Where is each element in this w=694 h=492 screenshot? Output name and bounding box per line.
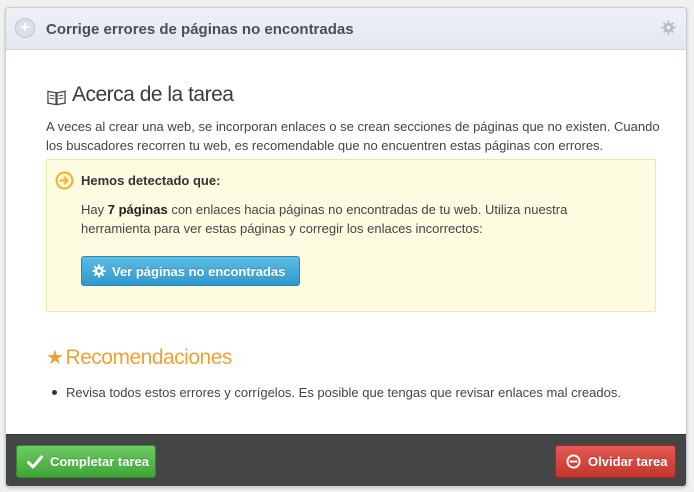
star-icon: ★ bbox=[46, 347, 64, 369]
arrow-right-circle-icon bbox=[55, 171, 74, 190]
forget-task-label: Olvidar tarea bbox=[588, 454, 668, 469]
checkmark-icon bbox=[27, 455, 43, 468]
view-not-found-pages-button[interactable]: Ver páginas no encontradas bbox=[81, 256, 300, 286]
minus-circle-icon bbox=[566, 454, 581, 469]
panel-title: Corrige errores de páginas no encontrada… bbox=[46, 21, 354, 38]
view-not-found-pages-label: Ver páginas no encontradas bbox=[112, 263, 286, 279]
complete-task-button[interactable]: Completar tarea bbox=[16, 445, 156, 478]
task-panel: + Corrige errores de páginas no encontra… bbox=[5, 7, 687, 487]
panel-footer: Completar tarea Olvidar tarea bbox=[6, 434, 686, 486]
forget-task-button[interactable]: Olvidar tarea bbox=[555, 445, 676, 478]
detection-text: Hay 7 páginas con enlaces hacia páginas … bbox=[81, 202, 568, 236]
plus-icon[interactable]: + bbox=[15, 18, 35, 38]
detection-heading: Hemos detectado que: bbox=[81, 173, 221, 188]
complete-task-label: Completar tarea bbox=[50, 454, 149, 469]
error-count: 7 páginas bbox=[107, 202, 168, 217]
gear-icon[interactable] bbox=[661, 20, 676, 35]
detection-alert: Hemos detectado que: Hay 7 páginas con e… bbox=[46, 159, 656, 312]
about-intro: A veces al crear una web, se incorporan … bbox=[46, 119, 660, 153]
recommendations-title: ★Recomendaciones bbox=[46, 346, 232, 369]
about-title: Acerca de la tarea bbox=[72, 83, 234, 106]
list-item: Revisa todos estos errores y corrígelos.… bbox=[50, 383, 670, 402]
panel-header: + Corrige errores de páginas no encontra… bbox=[6, 8, 686, 50]
recommendations-list: Revisa todos estos errores y corrígelos.… bbox=[50, 383, 670, 402]
gear-icon bbox=[92, 264, 106, 278]
